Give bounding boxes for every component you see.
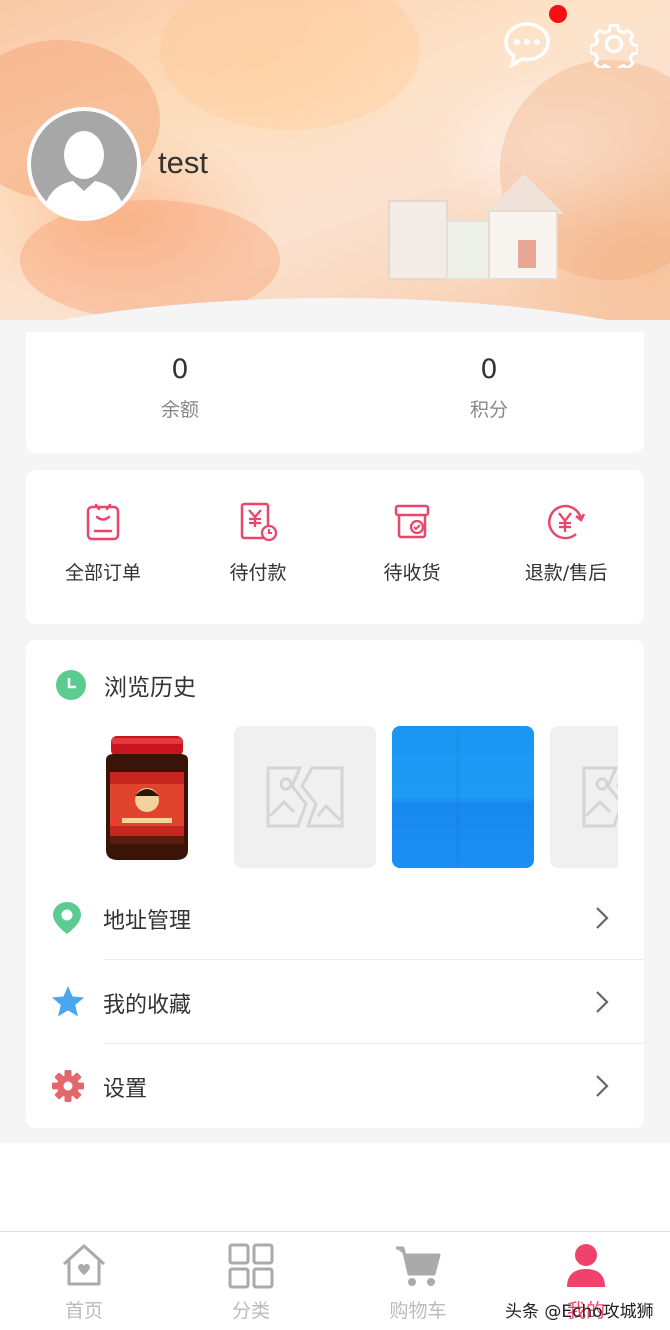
location-pin-icon: [50, 900, 84, 940]
menu-address-label: 地址管理: [103, 909, 192, 934]
pending-payment-icon: [240, 502, 278, 542]
default-user-icon: [43, 131, 125, 217]
image-placeholder-icon: [266, 766, 344, 828]
chevron-right-icon: [594, 1074, 610, 1102]
menu-address[interactable]: 地址管理: [26, 876, 644, 960]
tab-home[interactable]: 首页: [14, 1242, 154, 1323]
settings-gear-icon[interactable]: [588, 20, 640, 75]
menu-settings-label: 设置: [103, 1077, 148, 1102]
orders-card: 全部订单 待付款 待收货 退款/售后: [26, 470, 644, 624]
history-item[interactable]: [66, 726, 208, 868]
tab-cart-label: 购物车: [389, 1300, 447, 1322]
order-refund[interactable]: 退款/售后: [496, 502, 636, 585]
home-icon: [62, 1244, 106, 1286]
order-pending-payment-label: 待付款: [229, 562, 287, 584]
history-card: 浏览历史 地址管理 我的收藏 设置: [26, 640, 644, 1128]
order-pending-payment[interactable]: 待付款: [188, 502, 328, 585]
bottom-tab-bar: 首页 分类 购物车 我的 头条 @Echo攻城狮: [0, 1231, 670, 1330]
order-all[interactable]: 全部订单: [33, 502, 173, 585]
user-icon: [567, 1244, 605, 1287]
chili-sauce-jar-image: [106, 736, 188, 860]
category-grid-icon: [228, 1243, 274, 1289]
history-item[interactable]: [550, 726, 618, 868]
history-item[interactable]: [392, 726, 534, 868]
menu-favorites-label: 我的收藏: [103, 993, 192, 1018]
watermark: 头条 @Echo攻城狮: [505, 1302, 654, 1322]
points-stat[interactable]: 0 积分: [389, 354, 589, 422]
username: test: [158, 145, 208, 180]
tab-cart[interactable]: 购物车: [348, 1242, 488, 1323]
balance-stat[interactable]: 0 余额: [80, 354, 280, 422]
image-placeholder-icon: [582, 766, 618, 828]
background-decoration: [160, 0, 420, 130]
notification-dot: [549, 5, 567, 23]
tab-category[interactable]: 分类: [181, 1242, 321, 1323]
chevron-right-icon: [594, 990, 610, 1018]
menu-favorites[interactable]: 我的收藏: [26, 960, 644, 1044]
refund-icon: [548, 504, 586, 540]
order-pending-receipt-label: 待收货: [383, 562, 441, 584]
balance-value: 0: [171, 354, 189, 385]
chat-bubble-icon[interactable]: [503, 20, 551, 69]
gear-icon: [50, 1068, 86, 1108]
history-item[interactable]: [234, 726, 376, 868]
page-bottom-space: [0, 1143, 670, 1231]
cart-icon: [396, 1246, 441, 1286]
chevron-right-icon: [594, 906, 610, 934]
order-list-icon: [86, 503, 120, 541]
menu-settings[interactable]: 设置: [26, 1044, 644, 1128]
clock-icon: [56, 670, 86, 704]
points-value: 0: [480, 354, 498, 385]
tab-home-label: 首页: [64, 1300, 103, 1322]
balance-label: 余额: [160, 399, 199, 421]
balance-card: 0 余额 0 积分: [26, 332, 644, 453]
avatar[interactable]: [27, 107, 141, 221]
profile-header: test: [0, 0, 670, 320]
history-list[interactable]: [66, 726, 618, 868]
pending-receipt-icon: [394, 504, 430, 539]
points-label: 积分: [469, 399, 508, 421]
order-refund-label: 退款/售后: [524, 562, 608, 584]
tab-category-label: 分类: [231, 1300, 270, 1322]
history-title: 浏览历史: [104, 675, 196, 701]
order-all-label: 全部订单: [64, 562, 141, 584]
star-icon: [50, 984, 86, 1024]
order-pending-receipt[interactable]: 待收货: [342, 502, 482, 585]
